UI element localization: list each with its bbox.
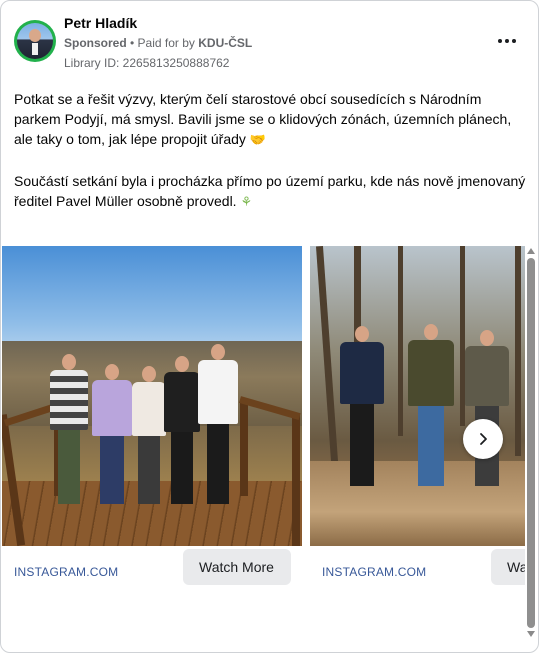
chevron-right-icon <box>480 433 487 445</box>
handshake-emoji-icon: 🤝 <box>249 133 266 148</box>
slide-footer: INSTAGRAM.COM Watch More <box>2 546 302 591</box>
group-photo-on-wooden-lookout[interactable] <box>2 246 302 546</box>
paid-for-prefix: • Paid for by <box>126 36 199 50</box>
scrollbar[interactable] <box>525 246 537 642</box>
library-id: Library ID: 2265813250888762 <box>64 56 230 70</box>
avatar[interactable] <box>14 20 56 62</box>
source-domain[interactable]: INSTAGRAM.COM <box>322 565 426 579</box>
slide-footer: INSTAGRAM.COM Watch More <box>310 546 525 591</box>
source-domain[interactable]: INSTAGRAM.COM <box>14 565 118 579</box>
more-options-button[interactable] <box>495 31 519 51</box>
author-name[interactable]: Petr Hladík <box>64 15 137 31</box>
watch-more-button[interactable]: Watch More <box>183 549 291 585</box>
group-walking-in-forest[interactable] <box>310 246 525 546</box>
media-carousel: INSTAGRAM.COM Watch More INSTAGRAM.COM W <box>1 246 525 652</box>
avatar-photo <box>17 23 53 59</box>
carousel-next-button[interactable] <box>463 419 503 459</box>
post-paragraph-1: Potkat se a řešit výzvy, kterým čelí sta… <box>14 91 512 148</box>
scrollbar-thumb[interactable] <box>527 258 535 628</box>
sponsored-label: Sponsored <box>64 36 127 50</box>
more-horizontal-icon <box>498 39 502 43</box>
sponsored-meta: Sponsored • Paid for by KDU-ČSL <box>64 36 252 50</box>
seedling-emoji-icon: ⚘ <box>240 195 253 210</box>
carousel-slide[interactable]: INSTAGRAM.COM Watch More <box>310 246 525 591</box>
scroll-up-arrow-icon[interactable] <box>527 248 535 254</box>
post-paragraph-2: Součástí setkání byla i procházka přímo … <box>14 173 526 210</box>
watch-more-button[interactable]: Watch More <box>491 549 525 585</box>
scroll-down-arrow-icon[interactable] <box>527 631 535 637</box>
post-text: Potkat se a řešit výzvy, kterým čelí sta… <box>14 89 530 253</box>
ad-post-card: Petr Hladík Sponsored • Paid for by KDU-… <box>0 0 539 653</box>
carousel-slide[interactable]: INSTAGRAM.COM Watch More <box>2 246 302 591</box>
payer-name[interactable]: KDU-ČSL <box>198 36 252 50</box>
